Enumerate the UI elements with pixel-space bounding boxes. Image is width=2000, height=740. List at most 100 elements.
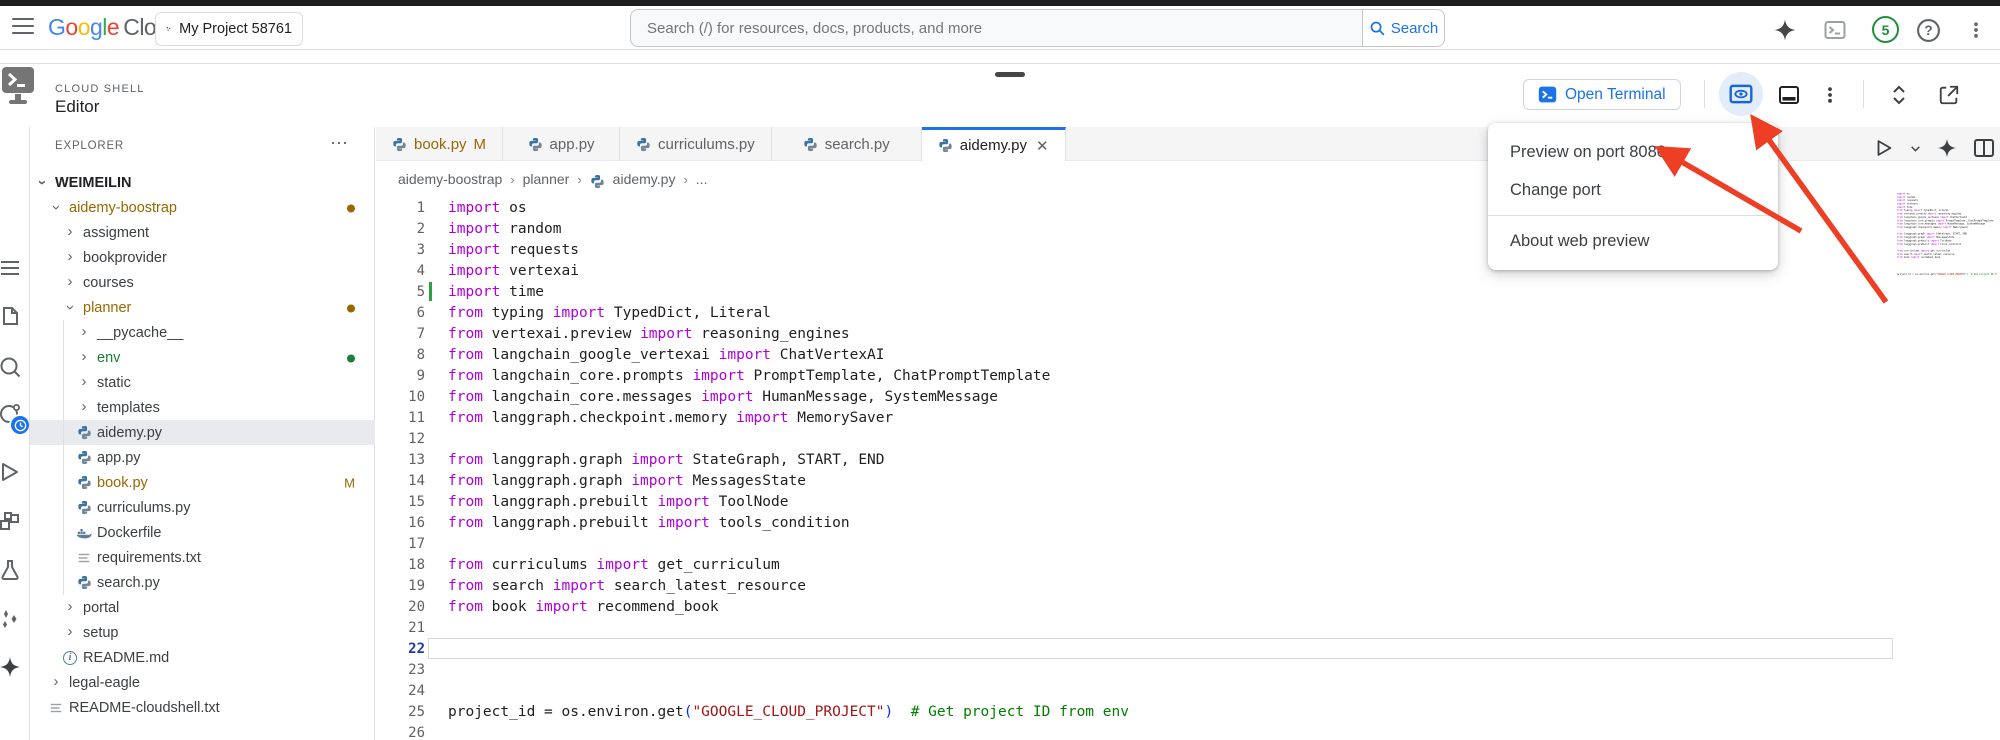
explorer-more-actions-icon[interactable]: ⋯: [330, 133, 350, 154]
code-line-26[interactable]: 26: [376, 722, 2000, 740]
tree-item-curriculums-py[interactable]: curriculums.py: [30, 495, 375, 520]
panel-drag-handle[interactable]: [995, 72, 1025, 77]
run-debug-icon[interactable]: [0, 460, 22, 484]
split-editor-icon[interactable]: [1972, 136, 1996, 160]
tab-book-py[interactable]: book.pyM: [376, 127, 503, 161]
code-line-8[interactable]: 8from langchain_google_vertexai import C…: [376, 344, 2000, 365]
search-panel-icon[interactable]: [0, 355, 22, 379]
tree-item-courses[interactable]: ›courses: [30, 270, 375, 295]
minimap[interactable]: import osimport randomimport requestsimp…: [1897, 192, 1997, 732]
close-icon[interactable]: ✕: [1036, 137, 1049, 155]
code-line-18[interactable]: 18from curriculums import get_curriculum: [376, 554, 2000, 575]
more-options-icon[interactable]: [1962, 16, 1990, 44]
menu-icon[interactable]: [0, 256, 22, 280]
line-number: 23: [376, 662, 425, 678]
gemini-editor-sparkle-icon[interactable]: [1936, 137, 1958, 159]
tree-item-aidemy-py[interactable]: aidemy.py: [30, 420, 375, 445]
web-preview-button[interactable]: [1719, 72, 1763, 116]
tree-item-weimeilin[interactable]: ›WEIMEILIN: [30, 170, 375, 195]
code-line-6[interactable]: 6from typing import TypedDict, Literal: [376, 302, 2000, 323]
code-line-23[interactable]: 23: [376, 659, 2000, 680]
project-selector[interactable]: My Project 58761: [155, 12, 303, 46]
breadcrumb-item[interactable]: planner: [523, 171, 570, 187]
main-menu-icon[interactable]: [12, 18, 34, 34]
code-line-17[interactable]: 17: [376, 533, 2000, 554]
extensions-icon[interactable]: [0, 510, 22, 534]
breadcrumb[interactable]: aidemy-boostrap›planner›aidemy.py›...: [398, 171, 707, 187]
line-number: 1: [376, 200, 425, 216]
tree-item-label: legal-eagle: [69, 675, 140, 691]
tree-item-label: README.md: [83, 650, 169, 666]
tree-item-search-py[interactable]: search.py: [30, 570, 375, 595]
code-line-12[interactable]: 12: [376, 428, 2000, 449]
tree-item-static[interactable]: ›static: [30, 370, 375, 395]
code-line-9[interactable]: 9from langchain_core.prompts import Prom…: [376, 365, 2000, 386]
code-area[interactable]: 1import os2import random3import requests…: [376, 197, 2000, 740]
code-line-22[interactable]: 22: [376, 638, 2000, 659]
tree-item-planner[interactable]: ›planner: [30, 295, 375, 320]
global-search-input[interactable]: [630, 9, 1362, 47]
collapse-expand-icon[interactable]: [1883, 79, 1915, 111]
tree-item-readme-md[interactable]: iREADME.md: [30, 645, 375, 670]
help-icon[interactable]: ?: [1914, 16, 1942, 44]
breadcrumb-item[interactable]: aidemy.py: [613, 171, 676, 187]
breadcrumb-item[interactable]: ...: [696, 171, 708, 187]
tree-item-readme-cloudshell-txt[interactable]: README-cloudshell.txt: [30, 695, 375, 720]
explorer-files-icon[interactable]: [0, 305, 22, 329]
free-trial-status-badge[interactable]: 5: [1872, 16, 1899, 43]
cloud-shell-activate-icon[interactable]: [1821, 16, 1849, 44]
tree-item-requirements-txt[interactable]: requirements.txt: [30, 545, 375, 570]
tree-item-book-py[interactable]: book.pyM: [30, 470, 375, 495]
history-clock-badge[interactable]: [9, 414, 30, 436]
tree-item-label: courses: [83, 275, 134, 291]
menu-item-about-web-preview[interactable]: About web preview: [1488, 222, 1778, 260]
sparkle-icon[interactable]: [0, 655, 22, 679]
tree-item-label: book.py: [97, 475, 148, 491]
tree-item-bookprovider[interactable]: ›bookprovider: [30, 245, 375, 270]
tree-item-legal-eagle[interactable]: ›legal-eagle: [30, 670, 375, 695]
open-in-new-icon[interactable]: [1933, 79, 1965, 111]
tab-app-py[interactable]: app.py: [503, 127, 620, 161]
run-file-icon[interactable]: [1873, 137, 1895, 159]
editor-more-options-icon[interactable]: [1814, 79, 1846, 111]
open-terminal-button[interactable]: Open Terminal: [1523, 79, 1681, 110]
gemini-sparkle-icon[interactable]: [1771, 16, 1799, 44]
tree-item-templates[interactable]: ›templates: [30, 395, 375, 420]
code-line-13[interactable]: 13from langgraph.graph import StateGraph…: [376, 449, 2000, 470]
test-beaker-icon[interactable]: [0, 558, 22, 582]
code-line-10[interactable]: 10from langchain_core.messages import Hu…: [376, 386, 2000, 407]
git-status-dot: [347, 200, 355, 215]
code-line-16[interactable]: 16from langgraph.prebuilt import tools_c…: [376, 512, 2000, 533]
code-line-14[interactable]: 14from langgraph.graph import MessagesSt…: [376, 470, 2000, 491]
code-line-25[interactable]: 25project_id = os.environ.get("GOOGLE_CL…: [376, 701, 2000, 722]
code-line-20[interactable]: 20from book import recommend_book: [376, 596, 2000, 617]
tree-item-app-py[interactable]: app.py: [30, 445, 375, 470]
tree-item-dockerfile[interactable]: Dockerfile: [30, 520, 375, 545]
chevron-right-icon: ›: [62, 249, 78, 266]
code-line-19[interactable]: 19from search import search_latest_resou…: [376, 575, 2000, 596]
tree-item--pycache-[interactable]: ›__pycache__: [30, 320, 375, 345]
breadcrumb-item[interactable]: aidemy-boostrap: [398, 171, 502, 187]
code-line-15[interactable]: 15from langgraph.prebuilt import ToolNod…: [376, 491, 2000, 512]
code-line-5[interactable]: 5import time: [376, 281, 2000, 302]
code-line-7[interactable]: 7from vertexai.preview import reasoning_…: [376, 323, 2000, 344]
tab-aidemy-py[interactable]: aidemy.py✕: [922, 127, 1066, 161]
tree-item-setup[interactable]: ›setup: [30, 620, 375, 645]
code-line-24[interactable]: 24: [376, 680, 2000, 701]
search-button[interactable]: Search: [1362, 9, 1445, 47]
tab-search-py[interactable]: search.py: [772, 127, 922, 161]
tree-item-portal[interactable]: ›portal: [30, 595, 375, 620]
tree-item-aidemy-boostrap[interactable]: ›aidemy-boostrap: [30, 195, 375, 220]
gemini-code-assist-icon[interactable]: [0, 606, 22, 630]
menu-item-preview-on-port[interactable]: Preview on port 8080: [1488, 133, 1778, 171]
menu-item-change-port[interactable]: Change port: [1488, 171, 1778, 209]
toggle-panel-icon[interactable]: [1773, 79, 1805, 111]
tree-item-env[interactable]: ›env: [30, 345, 375, 370]
tree-item-assigment[interactable]: ›assigment: [30, 220, 375, 245]
code-line-26: [1897, 276, 1997, 279]
run-dropdown-chevron-icon[interactable]: [1909, 142, 1922, 155]
tree-item-label: portal: [83, 600, 119, 616]
code-line-21[interactable]: 21: [376, 617, 2000, 638]
tab-curriculums-py[interactable]: curriculums.py: [620, 127, 772, 161]
code-line-11[interactable]: 11from langgraph.checkpoint.memory impor…: [376, 407, 2000, 428]
